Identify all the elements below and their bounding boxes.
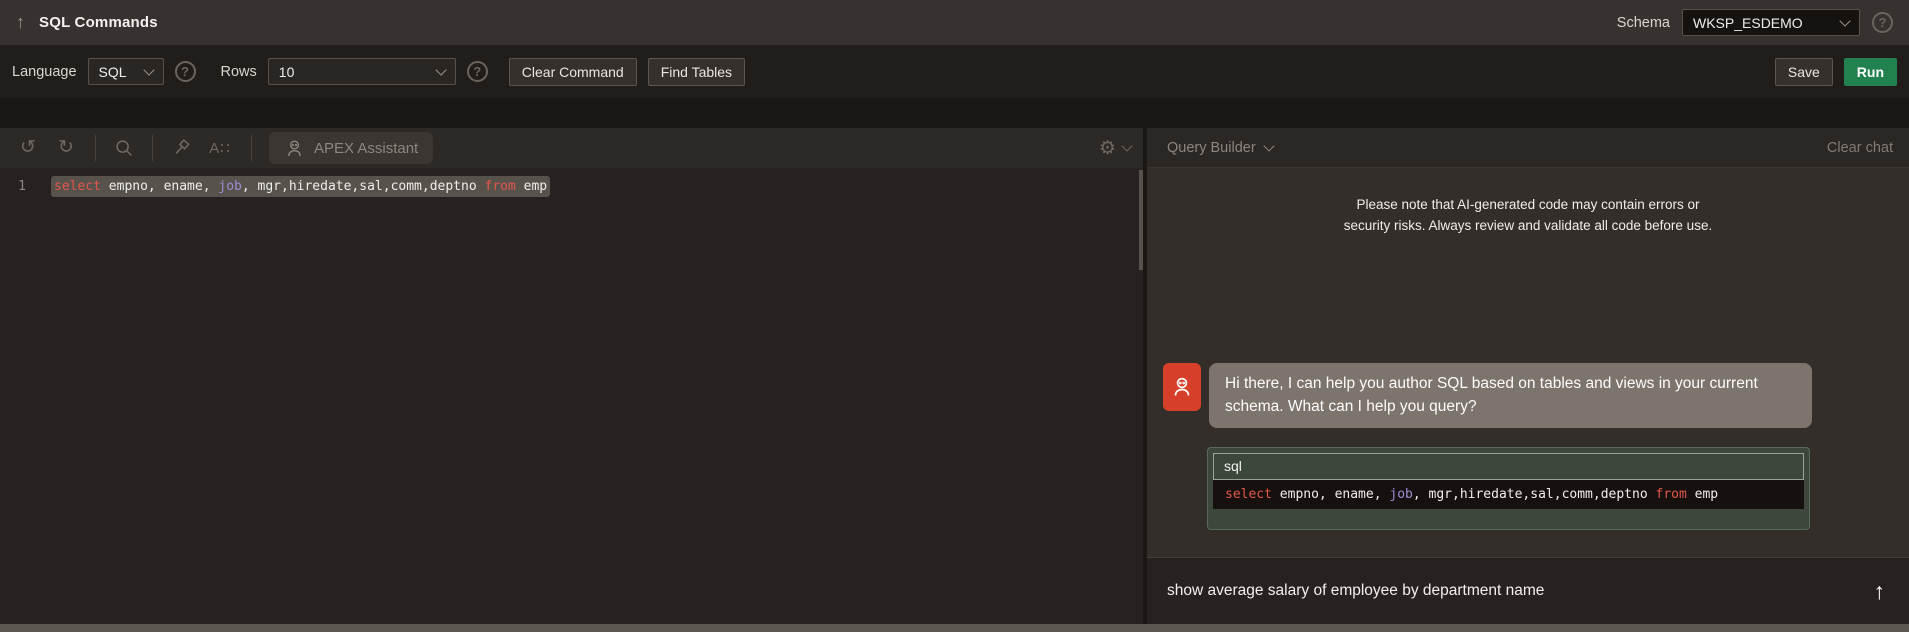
sql-keyword: from [485, 179, 516, 194]
chat-input-value: show average salary of employee by depar… [1167, 582, 1874, 600]
schema-label: Schema [1617, 15, 1670, 31]
sql-text: , mgr,hiredate,sal,comm,deptno [242, 179, 485, 194]
back-arrow-icon[interactable]: ↑ [16, 12, 25, 33]
save-button[interactable]: Save [1775, 58, 1833, 86]
top-bar-right: Schema WKSP_ESDEMO ? [1617, 9, 1893, 36]
code-line[interactable]: select empno, ename, job, mgr,hiredate,s… [51, 176, 550, 198]
send-icon[interactable]: ↑ [1874, 580, 1886, 603]
chevron-down-icon [1839, 15, 1850, 26]
sql-text: , mgr,hiredate,sal,comm,deptno [1413, 487, 1656, 502]
format-hammer-icon[interactable] [166, 133, 196, 163]
code-editor[interactable]: 1 select empno, ename, job, mgr,hiredate… [0, 168, 1143, 624]
command-toolbar: Language SQL ? Rows 10 ? Clear Command F… [0, 45, 1909, 98]
schema-select[interactable]: WKSP_ESDEMO [1682, 9, 1860, 36]
horizontal-scrollbar[interactable] [0, 624, 1909, 632]
editor-pane: ↺ ↻ A∷ APEX Assista [0, 128, 1143, 624]
rows-label: Rows [221, 64, 257, 80]
toolbar-separator [95, 135, 96, 161]
query-builder-dropdown[interactable]: Query Builder [1167, 140, 1273, 156]
assistant-message-row: Hi there, I can help you author SQL base… [1163, 363, 1812, 428]
search-icon[interactable] [109, 133, 139, 163]
editor-toolbar: ↺ ↻ A∷ APEX Assista [0, 128, 1143, 168]
toolbar-separator [152, 135, 153, 161]
editor-settings-menu[interactable]: ⚙ [1099, 137, 1131, 160]
code-card-sql: select empno, ename, job, mgr,hiredate,s… [1213, 480, 1804, 509]
language-help-icon[interactable]: ? [175, 61, 196, 82]
ai-disclaimer: Please note that AI-generated code may c… [1147, 194, 1909, 236]
chevron-down-icon [1263, 140, 1274, 151]
rows-select[interactable]: 10 [268, 58, 456, 85]
apex-assistant-label: APEX Assistant [314, 140, 418, 157]
sql-identifier: job [1389, 487, 1412, 502]
run-button[interactable]: Run [1844, 58, 1897, 86]
code-card-language-label: sql [1213, 453, 1804, 480]
schema-select-value: WKSP_ESDEMO [1693, 15, 1803, 31]
apex-assistant-button[interactable]: APEX Assistant [269, 132, 433, 164]
query-builder-label: Query Builder [1167, 140, 1256, 156]
assistant-robot-icon [1170, 375, 1194, 399]
sql-identifier: job [218, 179, 241, 194]
chevron-down-icon [143, 64, 154, 75]
assistant-pane: Query Builder Clear chat Please note tha… [1147, 128, 1909, 624]
gear-icon: ⚙ [1099, 137, 1116, 160]
sql-text: empno, ename, [101, 179, 218, 194]
clear-chat-button[interactable]: Clear chat [1827, 140, 1893, 156]
language-select-value: SQL [99, 64, 127, 80]
sql-text: empno, ename, [1272, 487, 1389, 502]
assistant-avatar [1163, 363, 1201, 411]
undo-icon[interactable]: ↺ [12, 133, 44, 163]
line-number: 1 [0, 176, 44, 198]
find-tables-button[interactable]: Find Tables [648, 58, 745, 86]
rows-help-icon[interactable]: ? [467, 61, 488, 82]
ai-disclaimer-line2: security risks. Always review and valida… [1147, 215, 1909, 236]
sql-text: emp [516, 179, 547, 194]
sql-keyword: select [54, 179, 101, 194]
autocomplete-case-icon[interactable]: A∷ [202, 139, 238, 157]
redo-icon[interactable]: ↻ [50, 133, 82, 163]
sql-commands-app: ↑ SQL Commands Schema WKSP_ESDEMO ? Lang… [0, 0, 1909, 632]
workspace: ↺ ↻ A∷ APEX Assista [0, 98, 1909, 624]
selection-highlight: select empno, ename, job, mgr,hiredate,s… [51, 176, 550, 197]
editor-vertical-scrollbar[interactable] [1139, 170, 1143, 270]
assistant-message-bubble: Hi there, I can help you author SQL base… [1209, 363, 1812, 428]
sql-text: emp [1687, 487, 1718, 502]
sql-keyword: select [1225, 487, 1272, 502]
assistant-robot-icon [284, 138, 305, 159]
rows-select-value: 10 [279, 64, 295, 80]
language-select[interactable]: SQL [88, 58, 164, 85]
sql-keyword: from [1656, 487, 1687, 502]
assistant-header: Query Builder Clear chat [1147, 128, 1909, 168]
language-label: Language [12, 64, 77, 80]
toolbar-separator [251, 135, 252, 161]
chat-area: Please note that AI-generated code may c… [1147, 168, 1909, 557]
ai-disclaimer-line1: Please note that AI-generated code may c… [1147, 194, 1909, 215]
chevron-down-icon [435, 64, 446, 75]
chevron-down-icon [1121, 140, 1132, 151]
clear-command-button[interactable]: Clear Command [509, 58, 637, 86]
assistant-code-card: sql select empno, ename, job, mgr,hireda… [1207, 447, 1810, 530]
page-title: SQL Commands [39, 14, 158, 31]
chat-input[interactable]: show average salary of employee by depar… [1147, 557, 1909, 624]
help-icon[interactable]: ? [1872, 12, 1893, 33]
top-bar: ↑ SQL Commands Schema WKSP_ESDEMO ? [0, 0, 1909, 45]
